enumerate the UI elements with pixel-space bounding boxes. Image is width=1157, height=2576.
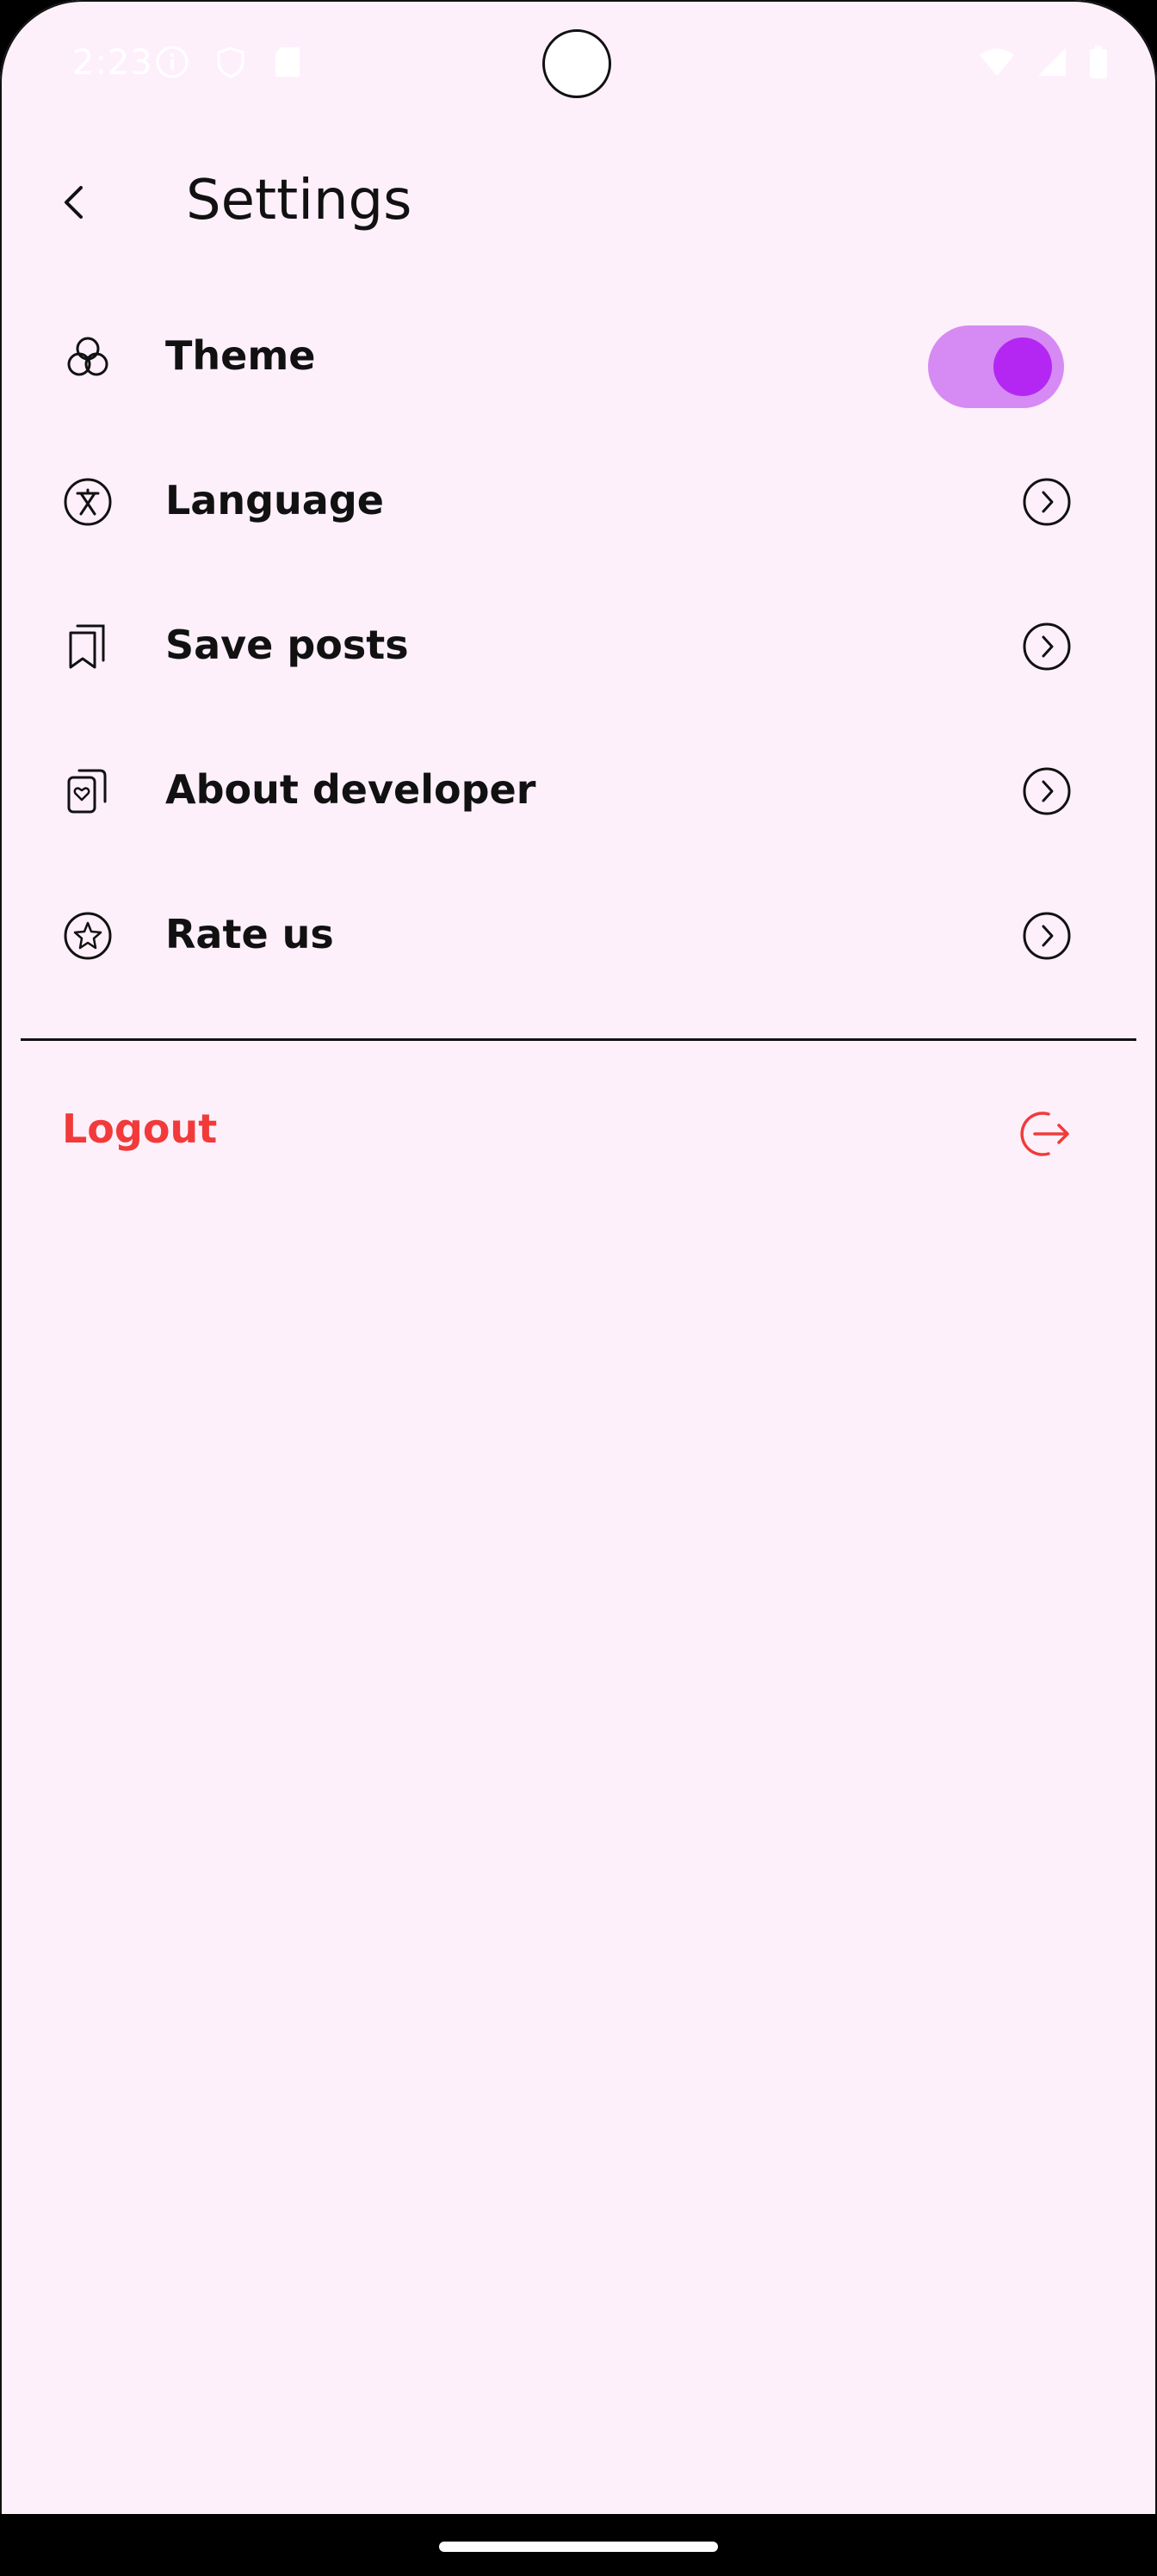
home-indicator[interactable] [439, 2542, 718, 2552]
setting-label-about-developer: About developer [165, 766, 536, 813]
setting-theme[interactable]: Theme [0, 293, 1157, 422]
logout-row[interactable]: Logout [0, 1068, 1157, 1197]
setting-rate-us[interactable]: Rate us [0, 871, 1157, 1000]
theme-toggle-knob [993, 337, 1052, 396]
gesture-nav-bar [0, 2514, 1157, 2576]
front-camera [542, 29, 611, 98]
setting-label-save-posts: Save posts [165, 622, 409, 668]
setting-save-posts[interactable]: Save posts [0, 582, 1157, 711]
battery-icon [1090, 46, 1107, 78]
setting-language[interactable]: Language [0, 437, 1157, 567]
setting-label-language: Language [165, 477, 384, 523]
setting-about-developer[interactable]: About developer [0, 727, 1157, 856]
chevron-right-circle-icon[interactable] [1019, 474, 1074, 529]
signal-icon [1038, 48, 1066, 76]
status-time: 2:23 [72, 43, 153, 83]
wifi-icon [980, 48, 1014, 76]
status-icons-right [978, 45, 1109, 79]
back-arrow-icon[interactable] [45, 172, 105, 232]
palette-circles-icon [67, 337, 108, 376]
divider [21, 1038, 1136, 1041]
chevron-right-circle-icon[interactable] [1019, 908, 1074, 963]
theme-toggle[interactable] [928, 325, 1064, 408]
top-app-bar: Settings [0, 155, 1157, 250]
setting-label-theme: Theme [165, 332, 316, 379]
cards-heart-icon [67, 769, 107, 814]
logout-label: Logout [62, 1105, 218, 1152]
bookmarks-icon [69, 624, 105, 669]
page-title: Settings [186, 169, 412, 232]
info-icon [156, 46, 189, 78]
screen: 2:23 Settings Theme Language Save posts … [0, 0, 1157, 2576]
setting-label-rate-us: Rate us [165, 911, 334, 957]
chevron-right-circle-icon[interactable] [1019, 619, 1074, 674]
translate-icon [64, 478, 112, 526]
star-circle-icon [64, 912, 112, 960]
chevron-right-circle-icon[interactable] [1019, 764, 1074, 819]
shield-icon [217, 46, 244, 78]
sd-card-icon [275, 47, 300, 77]
status-icons-left [155, 45, 303, 79]
logout-icon[interactable] [1014, 1104, 1074, 1164]
